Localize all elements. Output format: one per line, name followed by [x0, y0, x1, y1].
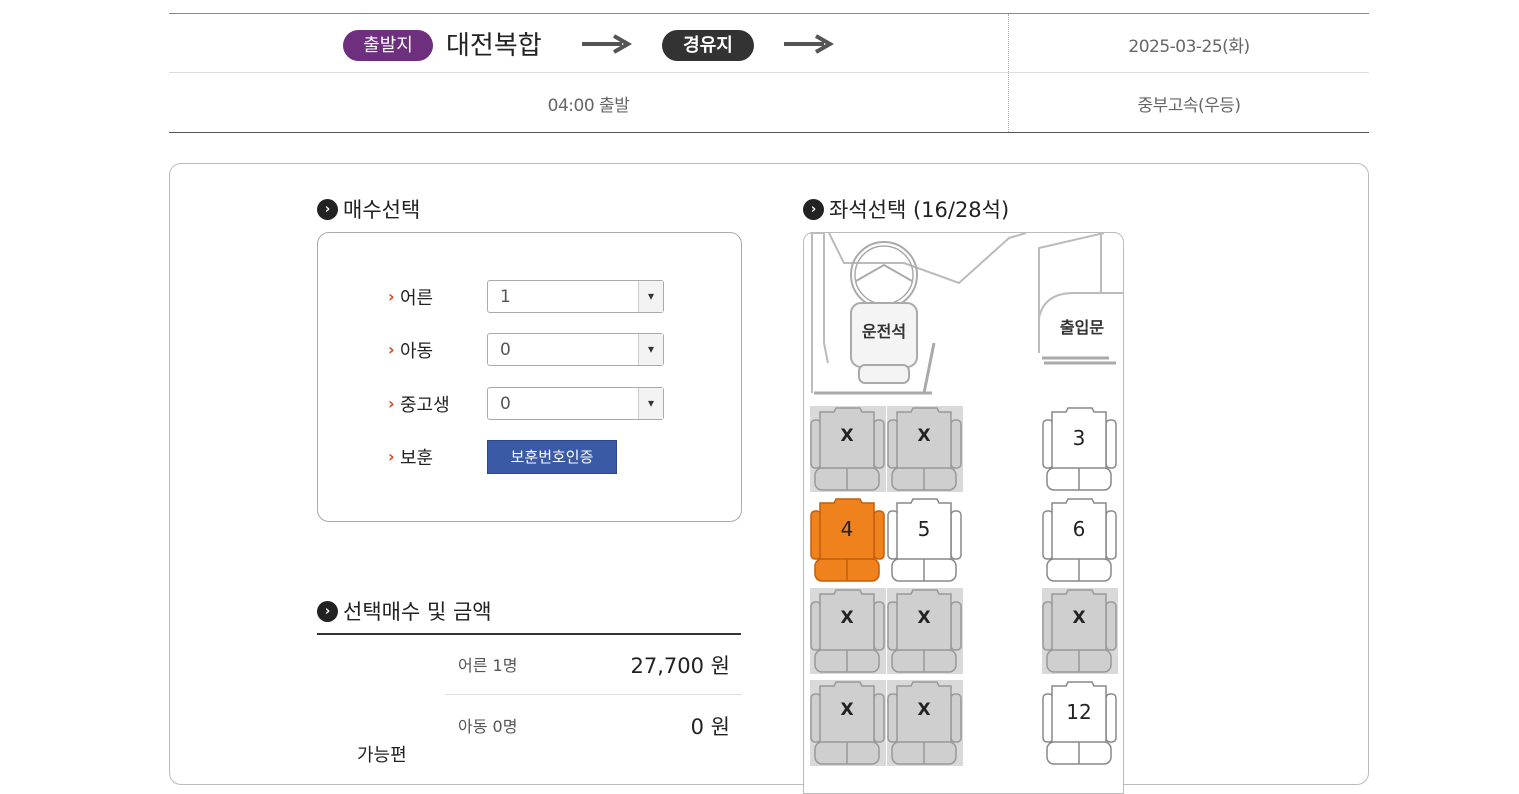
seat-number: 3 [1072, 426, 1086, 450]
booking-panel: › 매수선택 › 어른 1 ▾ › 아동 0 ▾ › 중고생 0 ▾ › 보훈 … [169, 163, 1369, 794]
chevron-circle-icon: › [803, 198, 824, 220]
seat-sold: X [810, 406, 886, 492]
veteran-row: › 보훈 보훈번호인증 [388, 439, 617, 474]
departure-badge: 출발지 [343, 30, 433, 61]
sold-x-mark: X [917, 426, 931, 446]
available-label: 가능편 [357, 745, 407, 766]
adult-row: › 어른 1 ▾ [388, 279, 664, 314]
seat-5[interactable]: 5 [887, 497, 963, 583]
divider [169, 72, 1369, 73]
seat-sold: X [887, 680, 963, 766]
seat-sold: X [810, 588, 886, 674]
student-count-select[interactable]: 0 ▾ [487, 387, 664, 420]
sold-x-mark: X [1072, 608, 1086, 628]
adult-count-select[interactable]: 1 ▾ [487, 280, 664, 313]
chevron-right-icon: › [388, 340, 395, 359]
seat-number: 4 [840, 517, 854, 541]
child-row: › 아동 0 ▾ [388, 332, 664, 367]
chevron-down-icon: ▾ [638, 281, 663, 312]
departure-time: 04:00 출발 [547, 96, 630, 116]
chevron-right-icon: › [388, 287, 395, 306]
seat-12[interactable]: 12 [1042, 680, 1118, 766]
veteran-verify-button[interactable]: 보훈번호인증 [487, 439, 617, 474]
ticket-count-box: › 어른 1 ▾ › 아동 0 ▾ › 중고생 0 ▾ › 보훈 보훈번호인증 [317, 232, 742, 522]
seat-sold: X [810, 680, 886, 766]
door-label: 출입문 [1059, 318, 1105, 337]
summary-title: › 선택매수 및 금액 [317, 596, 492, 626]
price-row-child: 아동 0명 0 원 [458, 715, 730, 739]
price-row-adult: 어른 1명 27,700 원 [445, 634, 742, 695]
student-row: › 중고생 0 ▾ [388, 386, 664, 421]
seat-sold: X [887, 588, 963, 674]
departure-date: 2025-03-25(화) [1128, 37, 1250, 57]
route-info: 출발지 대전복합 경유지 2025-03-25(화) 04:00 출발 중부고속… [169, 13, 1369, 133]
seat-6[interactable]: 6 [1042, 497, 1118, 583]
seat-number: 12 [1066, 700, 1092, 724]
via-badge: 경유지 [662, 30, 754, 61]
seat-3[interactable]: 3 [1042, 406, 1118, 492]
chevron-down-icon: ▾ [638, 334, 663, 365]
bus-seat-map: 운전석 출입문 X X 3 4 5 6 X X X X X 12 [803, 232, 1124, 794]
chevron-right-icon: › [388, 447, 395, 466]
sold-x-mark: X [917, 608, 931, 628]
seat-number: 6 [1072, 517, 1086, 541]
bus-company: 중부고속(우등) [1137, 96, 1241, 116]
sold-x-mark: X [917, 700, 931, 720]
chevron-down-icon: ▾ [638, 388, 663, 419]
sold-x-mark: X [840, 608, 854, 628]
departure-terminal: 대전복합 [446, 31, 542, 61]
chevron-circle-icon: › [317, 198, 338, 220]
chevron-right-icon: › [388, 394, 395, 413]
seat-select-title: › 좌석선택 (16/28석) [803, 194, 1009, 224]
child-count-select[interactable]: 0 ▾ [487, 333, 664, 366]
sold-x-mark: X [840, 700, 854, 720]
ticket-count-title: › 매수선택 [317, 194, 420, 224]
chevron-circle-icon: › [317, 600, 338, 622]
seat-number: 5 [917, 517, 931, 541]
arrow-right-icon [582, 34, 632, 54]
arrow-right-icon [784, 34, 834, 54]
seat-4[interactable]: 4 [810, 497, 886, 583]
driver-seat-label: 운전석 [861, 322, 907, 341]
sold-x-mark: X [840, 426, 854, 446]
seat-sold: X [887, 406, 963, 492]
seat-sold: X [1042, 588, 1118, 674]
